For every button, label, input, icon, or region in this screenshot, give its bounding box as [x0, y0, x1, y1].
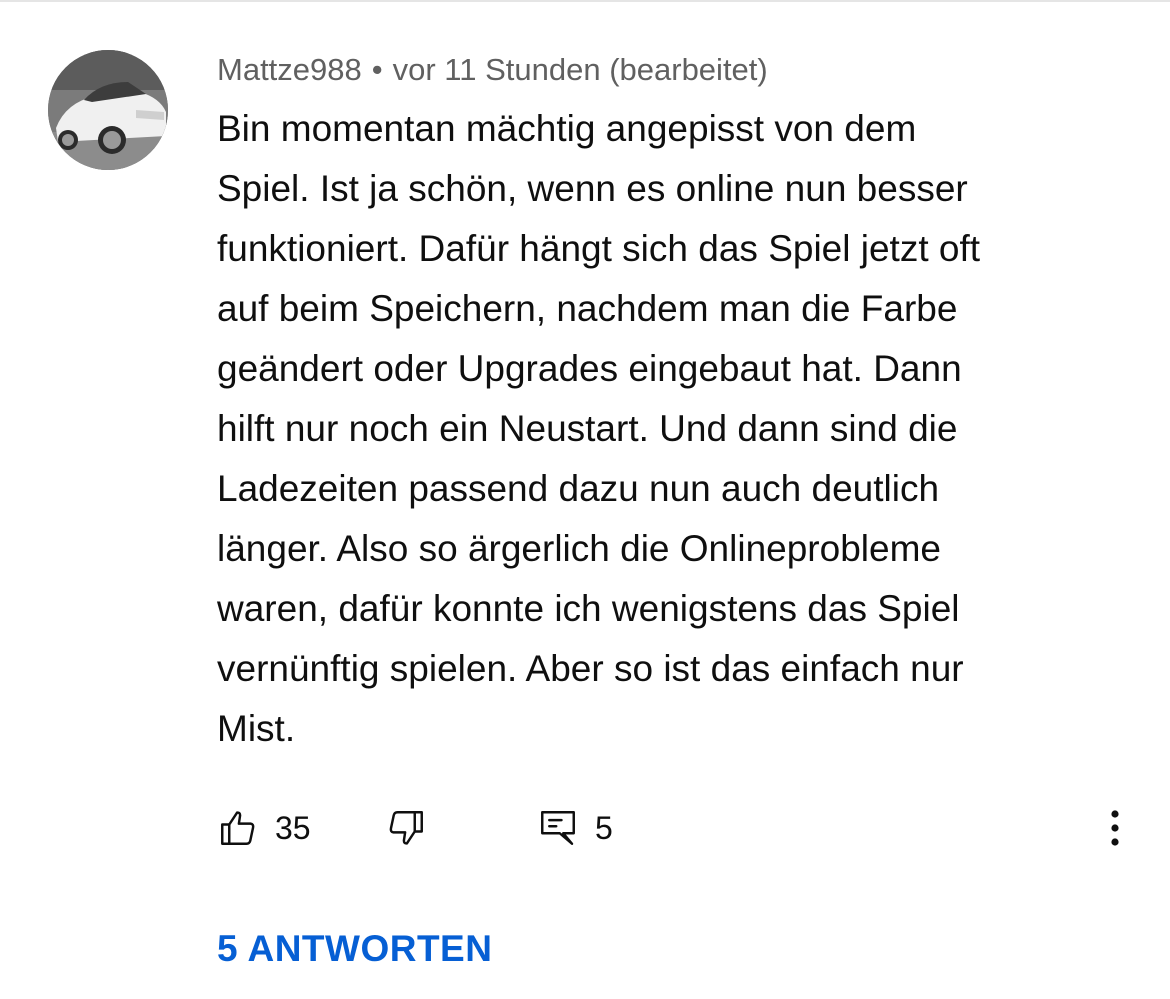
like-count: 35: [275, 809, 311, 846]
comment-line: länger. Also so ärgerlich die Onlineprob…: [217, 528, 941, 569]
comment-actions: 35 5: [217, 800, 1147, 856]
comment-line: vernünftig spielen. Aber so ist das einf…: [217, 648, 964, 689]
comment-line: Mist.: [217, 708, 296, 749]
car-photo-avatar-icon: [48, 50, 168, 170]
comment-line: Spiel. Ist ja schön, wenn es online nun …: [217, 168, 968, 209]
comment-line: auf beim Speichern, nachdem man die Farb…: [217, 288, 958, 329]
dislike-button[interactable]: [385, 800, 427, 856]
comment-timestamp: vor 11 Stunden (bearbeitet): [392, 52, 768, 87]
reply-button[interactable]: 5: [537, 800, 613, 856]
comment-reply-icon: [541, 811, 575, 845]
reply-count: 5: [595, 809, 613, 846]
more-options-button[interactable]: [1097, 800, 1133, 856]
comment-line: hilft nur noch ein Neustart. Und dann si…: [217, 408, 958, 449]
thumbs-down-icon: [389, 811, 423, 845]
like-button[interactable]: 35: [217, 800, 311, 856]
thumbs-up-icon: [221, 811, 255, 845]
more-vertical-icon: [1111, 810, 1119, 846]
meta-separator: •: [371, 52, 383, 87]
author-name[interactable]: Mattze988: [217, 52, 362, 87]
comment-line: funktioniert. Dafür hängt sich das Spiel…: [217, 228, 981, 269]
comment-line: waren, dafür konnte ich wenigstens das S…: [217, 588, 960, 629]
comment-meta: Mattze988 • vor 11 Stunden (bearbeitet): [217, 50, 768, 90]
show-replies-button[interactable]: 5 ANTWORTEN: [217, 928, 492, 970]
comment-text: Bin momentan mächtig angepisst von dem S…: [217, 99, 1117, 759]
comment-line: Bin momentan mächtig angepisst von dem: [217, 108, 917, 149]
top-divider: [0, 0, 1170, 2]
comment-line: Ladezeiten passend dazu nun auch deutlic…: [217, 468, 940, 509]
comment-line: geändert oder Upgrades eingebaut hat. Da…: [217, 348, 962, 389]
avatar[interactable]: [48, 50, 168, 170]
